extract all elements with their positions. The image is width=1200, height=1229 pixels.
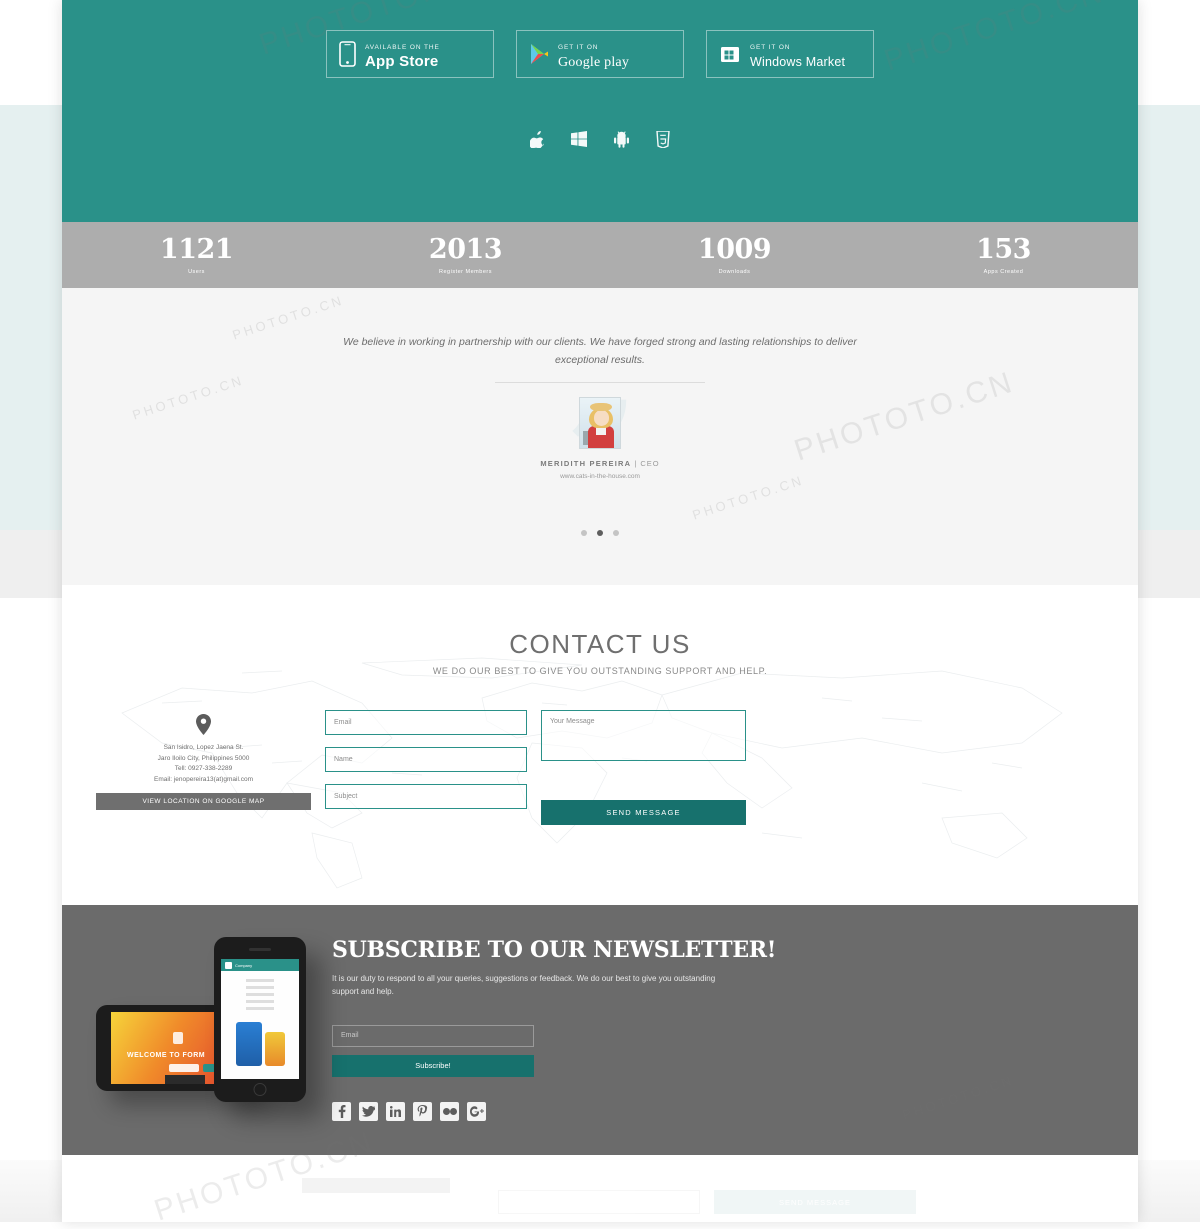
newsletter-section: WELCOME TO FORM Company SUBSCRIBE TO OUR… bbox=[62, 905, 1138, 1155]
portrait-phone-mockup: Company bbox=[214, 937, 306, 1102]
menu-item bbox=[246, 1000, 274, 1003]
linkedin-icon[interactable] bbox=[386, 1101, 405, 1121]
name-field[interactable]: Name bbox=[325, 747, 527, 772]
showcase-phone-blue bbox=[235, 1022, 262, 1066]
avatar bbox=[579, 396, 621, 449]
flickr-icon[interactable] bbox=[440, 1101, 459, 1121]
google-play-icon bbox=[529, 43, 549, 65]
app-store-main: App Store bbox=[365, 53, 439, 70]
pinterest-icon[interactable] bbox=[413, 1101, 432, 1121]
address-line: San Isidro, Lopez Jaena St. bbox=[163, 744, 244, 751]
stat-number: 2013 bbox=[428, 233, 503, 265]
testimonial-section: ” We believe in working in partnership w… bbox=[62, 288, 1138, 585]
stats-section: 1121 Users 2013 Register Members 1009 Do… bbox=[62, 222, 1138, 288]
view-location-button[interactable]: VIEW LOCATION ON GOOGLE MAP bbox=[96, 792, 311, 810]
stat-number: 1121 bbox=[159, 233, 234, 265]
contact-subheading: WE DO OUR BEST TO GIVE YOU OUTSTANDING S… bbox=[432, 666, 768, 676]
store-badges-row: AVAILABLE ON THE App Store GET IT ON Goo… bbox=[62, 0, 1138, 78]
hero-section: AVAILABLE ON THE App Store GET IT ON Goo… bbox=[62, 0, 1138, 222]
platform-icons-row bbox=[62, 130, 1138, 153]
subscribe-button[interactable]: Subscribe! bbox=[332, 1054, 534, 1077]
portrait-phone-screen: Company bbox=[221, 959, 299, 1079]
contact-message-column: Your Message SEND MESSAGE bbox=[541, 706, 746, 825]
stat-item: 1009 Downloads bbox=[600, 236, 869, 275]
windows-icon[interactable] bbox=[571, 131, 587, 153]
map-pin-icon bbox=[196, 714, 211, 735]
windows-market-sup: GET IT ON bbox=[750, 44, 791, 52]
screen-bottom-bar bbox=[165, 1075, 205, 1084]
windows-market-main: Windows Market bbox=[750, 55, 846, 69]
newsletter-email-input[interactable]: Email bbox=[332, 1024, 534, 1047]
google-plus-icon[interactable] bbox=[467, 1101, 486, 1121]
android-icon[interactable] bbox=[614, 131, 629, 153]
page-title: CONTACT US bbox=[509, 629, 691, 659]
google-play-badge[interactable]: GET IT ON Google play bbox=[516, 30, 684, 78]
iphone-icon bbox=[339, 41, 356, 67]
windows-store-icon bbox=[719, 43, 741, 65]
app-store-label: AVAILABLE ON THE App Store bbox=[365, 37, 440, 71]
newsletter-heading: SUBSCRIBE TO OUR NEWSLETTER! bbox=[332, 937, 777, 963]
message-textarea[interactable]: Your Message bbox=[541, 710, 746, 761]
newsletter-paragraph: It is our duty to respond to all your qu… bbox=[332, 974, 716, 996]
app-header-bar: Company bbox=[221, 959, 299, 971]
landscape-screen-text: WELCOME TO FORM bbox=[127, 1052, 206, 1059]
social-links bbox=[332, 1101, 1104, 1121]
faded-footer-repeat: SEND MESSAGE bbox=[62, 1164, 1138, 1222]
faded-email-field bbox=[498, 1190, 700, 1214]
contact-fields-column: Email Name Subject bbox=[325, 706, 527, 825]
menu-item bbox=[246, 979, 274, 982]
app-store-badge[interactable]: AVAILABLE ON THE App Store bbox=[326, 30, 494, 78]
app-menu-list bbox=[221, 971, 299, 1018]
contact-body: San Isidro, Lopez Jaena St. Jaro Iloilo … bbox=[62, 706, 1138, 825]
menu-item bbox=[246, 1007, 274, 1010]
stat-label: Users bbox=[188, 268, 205, 275]
facebook-icon[interactable] bbox=[332, 1101, 351, 1121]
avatar-face bbox=[594, 409, 609, 426]
app-logo-icon bbox=[173, 1032, 183, 1044]
stat-number: 153 bbox=[976, 233, 1031, 265]
html5-icon[interactable] bbox=[656, 130, 670, 153]
testimonial-author-role: CEO bbox=[640, 458, 660, 468]
phone-home-button bbox=[253, 1083, 267, 1096]
app-name: Company bbox=[235, 962, 253, 968]
app-showcase-art bbox=[221, 1022, 299, 1066]
menu-item bbox=[246, 993, 274, 996]
stat-label: Apps Created bbox=[983, 268, 1024, 275]
stat-number: 1009 bbox=[697, 233, 772, 265]
menu-item bbox=[246, 986, 274, 989]
send-message-button[interactable]: SEND MESSAGE bbox=[541, 800, 746, 825]
phone-mockups: WELCOME TO FORM Company bbox=[96, 931, 306, 1155]
apple-icon[interactable] bbox=[529, 131, 544, 153]
page-canvas: AVAILABLE ON THE App Store GET IT ON Goo… bbox=[62, 0, 1138, 1222]
contact-section: CONTACT US WE DO OUR BEST TO GIVE YOU OU… bbox=[62, 585, 1138, 905]
address-line: Email: jenopereira13(at)gmail.com bbox=[154, 776, 253, 784]
screen-button-primary bbox=[169, 1064, 199, 1072]
windows-market-badge[interactable]: GET IT ON Windows Market bbox=[706, 30, 874, 78]
app-logo-icon bbox=[225, 961, 232, 969]
stat-label: Downloads bbox=[718, 268, 751, 275]
stat-item: 2013 Register Members bbox=[331, 236, 600, 275]
showcase-phone-yellow bbox=[264, 1032, 285, 1066]
stat-label: Register Members bbox=[439, 268, 492, 275]
twitter-icon[interactable] bbox=[359, 1101, 378, 1121]
google-play-sup: GET IT ON bbox=[558, 44, 599, 52]
email-field[interactable]: Email bbox=[325, 710, 527, 735]
google-play-label: GET IT ON Google play bbox=[558, 37, 629, 71]
address-line: Tell: 0927-338-2289 bbox=[174, 765, 233, 773]
faded-send-button: SEND MESSAGE bbox=[714, 1190, 916, 1214]
google-play-main: Google play bbox=[558, 55, 630, 70]
address-block: San Isidro, Lopez Jaena St. Jaro Iloilo … bbox=[96, 706, 311, 825]
phone-speaker bbox=[249, 948, 271, 951]
subject-field[interactable]: Subject bbox=[325, 784, 527, 809]
app-store-sup: AVAILABLE ON THE bbox=[365, 44, 440, 52]
newsletter-content: SUBSCRIBE TO OUR NEWSLETTER! It is our d… bbox=[332, 931, 1104, 1155]
stat-item: 1121 Users bbox=[62, 236, 331, 275]
avatar-hat bbox=[590, 402, 612, 411]
testimonial-quote: We believe in working in partnership wit… bbox=[343, 336, 857, 367]
windows-market-label: GET IT ON Windows Market bbox=[750, 37, 845, 71]
stat-item: 153 Apps Created bbox=[869, 236, 1138, 275]
address-line: Jaro Iloilo City, Philippines 5000 bbox=[157, 754, 250, 762]
faded-map-button bbox=[302, 1178, 450, 1193]
